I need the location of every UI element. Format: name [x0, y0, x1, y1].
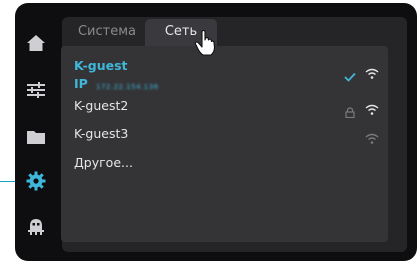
wifi-icon — [365, 130, 379, 149]
hand-cursor-icon — [194, 29, 216, 60]
folder-icon[interactable] — [23, 124, 49, 150]
lock-icon — [345, 103, 355, 122]
home-icon[interactable] — [23, 30, 49, 56]
check-icon — [344, 67, 356, 86]
gear-icon[interactable] — [23, 168, 49, 194]
network-ssid-selected[interactable]: K-guest — [74, 58, 128, 73]
sliders-icon[interactable] — [23, 77, 49, 103]
other-network-button[interactable]: Другое... — [74, 155, 133, 170]
tab-system[interactable]: Система — [69, 19, 145, 46]
wifi-icon — [365, 65, 379, 84]
network-ssid[interactable]: K-guest2 — [74, 98, 128, 113]
wifi-icon — [365, 101, 379, 120]
network-panel: K-guest IP 172.22.154.136 K-guest2 K-gue… — [61, 46, 388, 242]
ip-label: IP — [74, 76, 88, 91]
sidebar — [15, 3, 57, 261]
ip-address: 172.22.154.136 — [96, 83, 159, 91]
network-ssid[interactable]: K-guest3 — [74, 126, 128, 141]
robot-icon[interactable] — [23, 214, 49, 240]
